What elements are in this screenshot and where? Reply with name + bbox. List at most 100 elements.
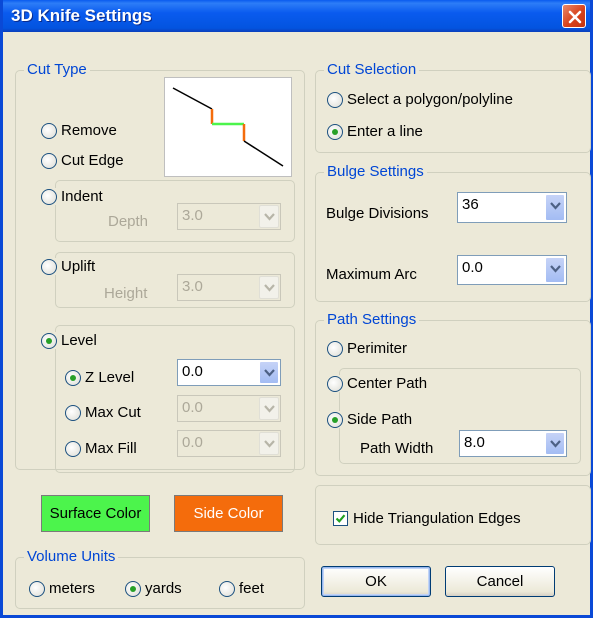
center-path-radio-button[interactable] (327, 375, 343, 392)
line-radio[interactable]: Enter a line (327, 123, 423, 140)
cut-preview-graphic (172, 87, 284, 167)
line-radio-button[interactable] (327, 123, 343, 140)
hide-edges-checkbox[interactable] (333, 511, 348, 526)
cancel-button[interactable]: Cancel (445, 566, 555, 597)
bulge-divisions-select[interactable]: 36 (457, 192, 567, 223)
level-label: Level (61, 332, 97, 349)
dialog-window: 3D Knife Settings Cut Type Remove Cut Ed… (0, 0, 593, 618)
meters-label: meters (49, 580, 95, 597)
depth-dropdown-button[interactable] (259, 205, 279, 228)
depth-select[interactable]: 3.0 (177, 203, 281, 230)
polygon-label: Select a polygon/polyline (347, 91, 513, 108)
indent-label: Indent (61, 188, 103, 205)
indent-radio[interactable]: Indent (41, 188, 106, 205)
volume-units-legend: Volume Units (24, 548, 119, 565)
perimeter-radio-button[interactable] (327, 340, 343, 357)
cut-edge-radio-button[interactable] (41, 152, 57, 169)
meters-radio[interactable]: meters (29, 580, 95, 597)
polygon-radio[interactable]: Select a polygon/polyline (327, 91, 513, 108)
close-button[interactable] (562, 4, 586, 28)
hide-edges-label: Hide Triangulation Edges (353, 510, 521, 527)
maximum-arc-label: Maximum Arc (326, 266, 417, 283)
path-width-select[interactable]: 8.0 (459, 430, 567, 457)
chevron-down-icon (550, 440, 561, 448)
height-select[interactable]: 3.0 (177, 274, 281, 301)
remove-radio-button[interactable] (41, 122, 57, 139)
meters-radio-button[interactable] (29, 580, 45, 597)
close-icon (568, 10, 582, 24)
yards-radio-button[interactable] (125, 580, 141, 597)
z-level-dropdown-button[interactable] (259, 361, 279, 384)
path-width-value: 8.0 (464, 434, 485, 451)
max-cut-radio[interactable]: Max Cut (65, 404, 141, 421)
ok-button[interactable]: OK (321, 566, 431, 597)
bulge-divisions-dropdown-button[interactable] (545, 194, 565, 221)
cancel-label: Cancel (476, 573, 524, 590)
side-path-radio-button[interactable] (327, 411, 343, 428)
height-label: Height (104, 285, 148, 302)
perimeter-label: Perimiter (347, 340, 408, 357)
chevron-down-icon (264, 284, 275, 292)
z-level-select[interactable]: 0.0 (177, 359, 281, 386)
uplift-radio-button[interactable] (41, 258, 57, 275)
title-bar[interactable]: 3D Knife Settings (3, 0, 590, 32)
uplift-radio[interactable]: Uplift (41, 258, 99, 275)
chevron-down-icon (264, 369, 275, 377)
polygon-radio-button[interactable] (327, 91, 343, 108)
window-title: 3D Knife Settings (11, 6, 152, 25)
ok-label: OK (365, 573, 387, 590)
chevron-down-icon (264, 440, 275, 448)
max-cut-value: 0.0 (182, 399, 203, 416)
remove-label: Remove (61, 122, 117, 139)
height-value: 3.0 (182, 278, 203, 295)
feet-radio-button[interactable] (219, 580, 235, 597)
side-path-radio[interactable]: Side Path (327, 411, 416, 428)
cut-type-preview (164, 77, 292, 177)
hide-edges-checkbox-row[interactable]: Hide Triangulation Edges (333, 510, 521, 527)
height-dropdown-button[interactable] (259, 276, 279, 299)
maximum-arc-select[interactable]: 0.0 (457, 255, 567, 285)
chevron-down-icon (264, 213, 275, 221)
bulge-divisions-value: 36 (462, 196, 479, 213)
cut-edge-radio[interactable]: Cut Edge (41, 152, 124, 169)
uplift-label: Uplift (61, 258, 96, 275)
cut-type-legend: Cut Type (24, 61, 90, 78)
indent-radio-button[interactable] (41, 188, 57, 205)
level-radio-button[interactable] (41, 332, 57, 349)
bulge-divisions-label: Bulge Divisions (326, 205, 429, 222)
max-fill-radio[interactable]: Max Fill (65, 440, 137, 457)
feet-label: feet (239, 580, 265, 597)
center-path-radio[interactable]: Center Path (327, 375, 431, 392)
z-level-radio-button[interactable] (65, 369, 81, 386)
max-fill-dropdown-button[interactable] (259, 432, 279, 455)
surface-color-button[interactable]: Surface Color (41, 495, 150, 532)
line-label: Enter a line (347, 123, 423, 140)
path-width-dropdown-button[interactable] (545, 432, 565, 455)
level-radio[interactable]: Level (41, 332, 100, 349)
yards-radio[interactable]: yards (125, 580, 182, 597)
path-width-label: Path Width (360, 440, 434, 457)
max-cut-dropdown-button[interactable] (259, 397, 279, 420)
max-cut-radio-button[interactable] (65, 404, 81, 421)
maximum-arc-value: 0.0 (462, 259, 483, 276)
max-fill-radio-button[interactable] (65, 440, 81, 457)
side-color-label: Side Color (193, 505, 264, 522)
side-color-button[interactable]: Side Color (174, 495, 283, 532)
maximum-arc-dropdown-button[interactable] (545, 257, 565, 283)
max-fill-select[interactable]: 0.0 (177, 430, 281, 457)
depth-label: Depth (108, 213, 149, 230)
z-level-radio[interactable]: Z Level (65, 369, 134, 386)
feet-radio[interactable]: feet (219, 580, 264, 597)
cut-selection-legend: Cut Selection (324, 61, 420, 78)
yards-label: yards (145, 580, 182, 597)
cut-edge-label: Cut Edge (61, 152, 124, 169)
perimeter-radio[interactable]: Perimiter (327, 340, 407, 357)
max-cut-label: Max Cut (85, 404, 141, 421)
max-fill-value: 0.0 (182, 434, 203, 451)
z-level-value: 0.0 (182, 363, 203, 380)
max-cut-select[interactable]: 0.0 (177, 395, 281, 422)
chevron-down-icon (550, 265, 561, 273)
remove-radio[interactable]: Remove (41, 122, 117, 139)
cut-selection-group: Cut Selection (315, 61, 591, 153)
side-path-label: Side Path (347, 411, 413, 428)
